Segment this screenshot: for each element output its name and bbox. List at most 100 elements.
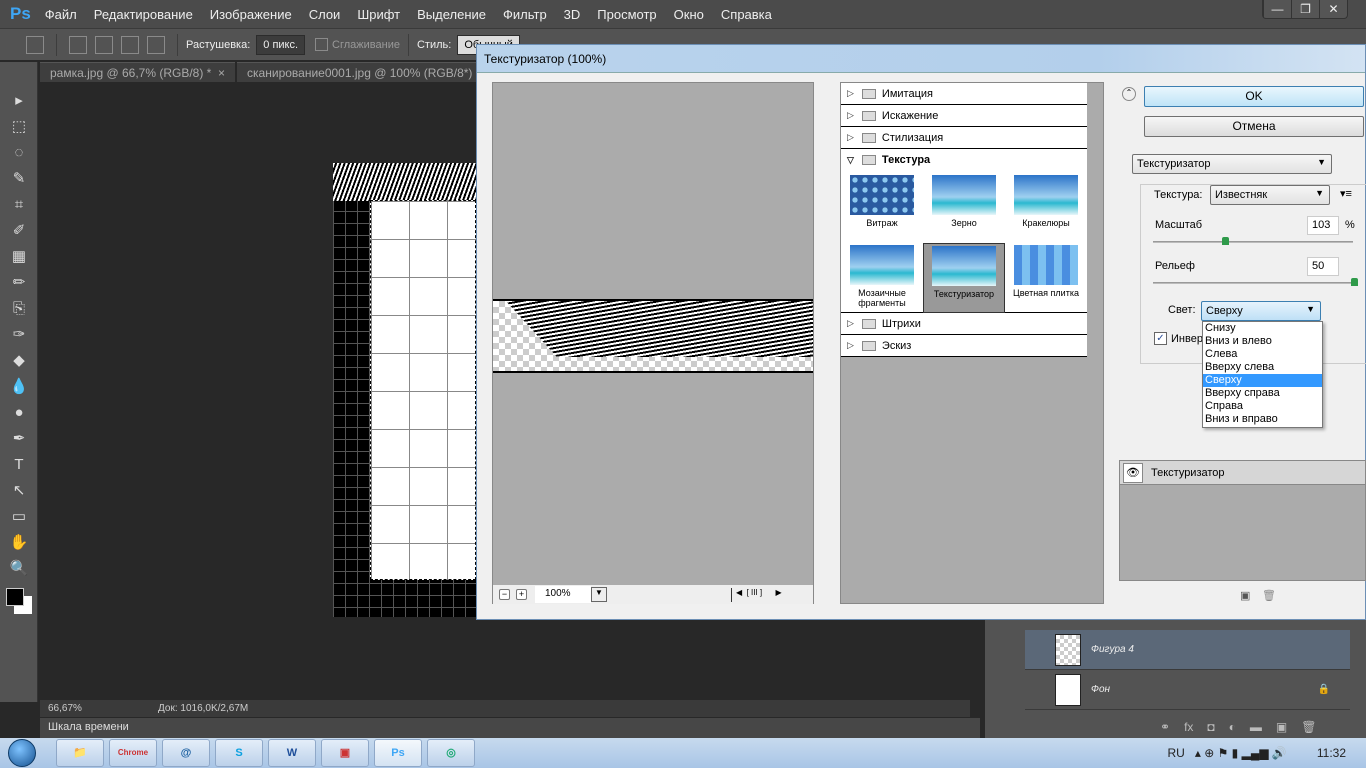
hand-tool-icon[interactable]: ✋ — [0, 530, 38, 556]
language-indicator[interactable]: RU — [1168, 746, 1185, 760]
stamp-tool-icon[interactable]: ⎘ — [0, 296, 38, 322]
blur-tool-icon[interactable]: 💧 — [0, 374, 38, 400]
fx-icon[interactable]: fx — [1184, 720, 1193, 734]
layer-row[interactable]: Фигура 4 — [1025, 630, 1350, 670]
pen-tool-icon[interactable]: ✒ — [0, 426, 38, 452]
healing-tool-icon[interactable]: ▦ — [0, 244, 38, 270]
menu-3d[interactable]: 3D — [564, 7, 581, 22]
minimize-button[interactable]: — — [1263, 0, 1291, 18]
slider-handle[interactable] — [1221, 237, 1229, 245]
filter-preview[interactable]: − + 100% ▼ ◀ [ III ] ▶ — [492, 82, 814, 604]
menu-image[interactable]: Изображение — [210, 7, 292, 22]
menu-select[interactable]: Выделение — [417, 7, 486, 22]
filter-craquelure[interactable]: Кракелюры — [1005, 173, 1087, 243]
lasso-tool-icon[interactable]: ◌ — [0, 140, 38, 166]
light-option[interactable]: Вниз и влево — [1203, 335, 1322, 348]
menu-window[interactable]: Окно — [674, 7, 704, 22]
category-imitation[interactable]: ▷ Имитация — [841, 83, 1087, 105]
light-option[interactable]: Снизу — [1203, 322, 1322, 335]
crop-tool-icon[interactable]: ⌗ — [0, 192, 38, 218]
eyedropper-tool-icon[interactable]: ✐ — [0, 218, 38, 244]
filter-select[interactable]: Текстуризатор ▼ — [1132, 154, 1332, 174]
clock[interactable]: 11:32 — [1317, 746, 1346, 760]
color-swatches[interactable] — [0, 582, 37, 622]
zoom-tool-icon[interactable]: 🔍 — [0, 556, 38, 582]
delete-effect-layer-icon[interactable]: 🗑 — [1262, 589, 1276, 602]
eraser-tool-icon[interactable]: ◆ — [0, 348, 38, 374]
light-option[interactable]: Слева — [1203, 348, 1322, 361]
relief-slider[interactable] — [1153, 278, 1358, 286]
filter-mosaic-tiles[interactable]: Цветная плитка — [1005, 243, 1087, 313]
layer-row[interactable]: Фон 🔒 — [1025, 670, 1350, 710]
taskbar-explorer[interactable]: 📁 — [56, 739, 104, 767]
light-select[interactable]: Сверху ▼ — [1201, 301, 1321, 321]
menu-filter[interactable]: Фильтр — [503, 7, 547, 22]
light-option-selected[interactable]: Сверху — [1203, 374, 1322, 387]
taskbar-word[interactable]: W — [268, 739, 316, 767]
new-layer-icon[interactable]: ▣ — [1276, 720, 1287, 734]
add-selection-icon[interactable] — [95, 35, 113, 54]
filter-patchwork[interactable]: Мозаичные фрагменты — [841, 243, 923, 313]
menu-help[interactable]: Справка — [721, 7, 772, 22]
relief-input[interactable]: 50 — [1307, 257, 1339, 276]
effect-layer-row[interactable]: 👁 Текстуризатор — [1120, 461, 1365, 485]
texture-select[interactable]: Известняк ▼ — [1210, 185, 1330, 205]
antialias-checkbox[interactable] — [315, 38, 329, 51]
close-button[interactable]: ✕ — [1319, 0, 1347, 18]
feather-input[interactable]: 0 пикс. — [256, 34, 306, 55]
layer-name[interactable]: Фигура 4 — [1091, 644, 1134, 655]
taskbar-chrome[interactable]: Chrome — [109, 739, 157, 767]
timeline-panel-tab[interactable]: Шкала времени — [40, 718, 980, 738]
subtract-selection-icon[interactable] — [121, 35, 139, 54]
collapse-gallery-icon[interactable]: ⌃ — [1122, 87, 1136, 101]
invert-checkbox[interactable]: ✓ — [1154, 332, 1167, 345]
light-option[interactable]: Вверху справа — [1203, 387, 1322, 400]
filter-grain[interactable]: Зерно — [923, 173, 1005, 243]
dodge-tool-icon[interactable]: ● — [0, 400, 38, 426]
brush-tool-icon[interactable]: ✏ — [0, 270, 38, 296]
zoom-out-button[interactable]: − — [499, 589, 510, 600]
scale-slider[interactable] — [1153, 237, 1353, 245]
history-brush-tool-icon[interactable]: ✑ — [0, 322, 38, 348]
category-distort[interactable]: ▷ Искажение — [841, 105, 1087, 127]
intersect-selection-icon[interactable] — [147, 35, 165, 54]
taskbar-app[interactable]: ◎ — [427, 739, 475, 767]
filter-stained-glass[interactable]: Витраж — [841, 173, 923, 243]
taskbar-skype[interactable]: S — [215, 739, 263, 767]
marquee-preset-icon[interactable] — [26, 35, 44, 54]
menu-type[interactable]: Шрифт — [357, 7, 400, 22]
link-layers-icon[interactable]: ⚭ — [1160, 720, 1170, 734]
menu-file[interactable]: Файл — [45, 7, 77, 22]
taskbar-photoshop[interactable]: Ps — [374, 739, 422, 767]
start-button[interactable] — [0, 738, 44, 768]
horizontal-scrollbar[interactable]: ◀ [ III ] ▶ — [731, 587, 811, 602]
layer-name[interactable]: Фон — [1091, 684, 1110, 695]
light-option[interactable]: Вниз и вправо — [1203, 413, 1322, 426]
rectangle-tool-icon[interactable]: ▭ — [0, 504, 38, 530]
taskbar-mail[interactable]: @ — [162, 739, 210, 767]
eye-icon[interactable]: 👁 — [1123, 462, 1143, 483]
tray-icons[interactable]: ▴ ⊕ ⚑ ▮ ▂▄▆ 🔊 — [1195, 746, 1287, 760]
slider-handle[interactable] — [1351, 278, 1358, 286]
new-effect-layer-icon[interactable]: ▣ — [1240, 589, 1250, 602]
zoom-dropdown-icon[interactable]: ▼ — [591, 587, 607, 602]
path-select-tool-icon[interactable]: ↖ — [0, 478, 38, 504]
marquee-tool-icon[interactable]: ⬚ — [0, 114, 38, 140]
zoom-in-button[interactable]: + — [516, 589, 527, 600]
scale-input[interactable]: 103 — [1307, 216, 1339, 235]
move-tool-icon[interactable]: ▸ — [0, 88, 38, 114]
filter-texturizer[interactable]: Текстуризатор — [923, 243, 1005, 313]
mask-icon[interactable]: ◘ — [1207, 720, 1214, 734]
tab-close-icon[interactable]: × — [218, 66, 225, 80]
trash-icon[interactable]: 🗑 — [1301, 720, 1316, 734]
light-option[interactable]: Справа — [1203, 400, 1322, 413]
tab-scan[interactable]: сканирование0001.jpg @ 100% (RGB/8*) × — [237, 62, 497, 82]
type-tool-icon[interactable]: T — [0, 452, 38, 478]
category-sketch[interactable]: ▷ Эскиз — [841, 335, 1087, 357]
group-icon[interactable]: ▬ — [1250, 720, 1262, 734]
menu-view[interactable]: Просмотр — [597, 7, 656, 22]
tab-ramka[interactable]: рамка.jpg @ 66,7% (RGB/8) * × — [40, 62, 236, 82]
quick-select-tool-icon[interactable]: ✎ — [0, 166, 38, 192]
category-brush-strokes[interactable]: ▷ Штрихи — [841, 313, 1087, 335]
cancel-button[interactable]: Отмена — [1144, 116, 1364, 137]
